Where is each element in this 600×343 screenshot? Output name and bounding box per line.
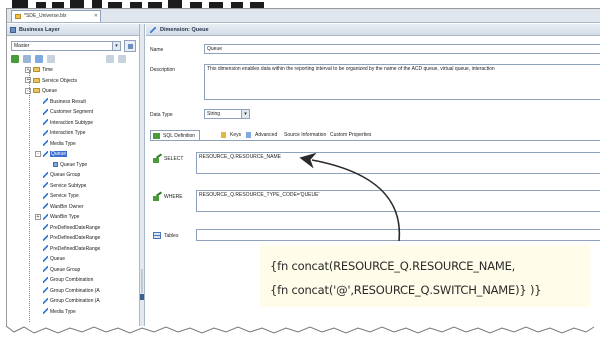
callout-line-2: {fn concat('@',RESOURCE_Q.SWITCH_NAME)} … xyxy=(270,283,542,297)
sql-callout: {fn concat(RESOURCE_Q.RESOURCE_NAME, {fn… xyxy=(260,245,590,307)
designer-window: *SDE_Universe.blx ✕ Business Layer Maste… xyxy=(6,8,600,334)
callout-line-1: {fn concat(RESOURCE_Q.RESOURCE_NAME, xyxy=(270,259,516,273)
torn-edge xyxy=(0,326,600,343)
